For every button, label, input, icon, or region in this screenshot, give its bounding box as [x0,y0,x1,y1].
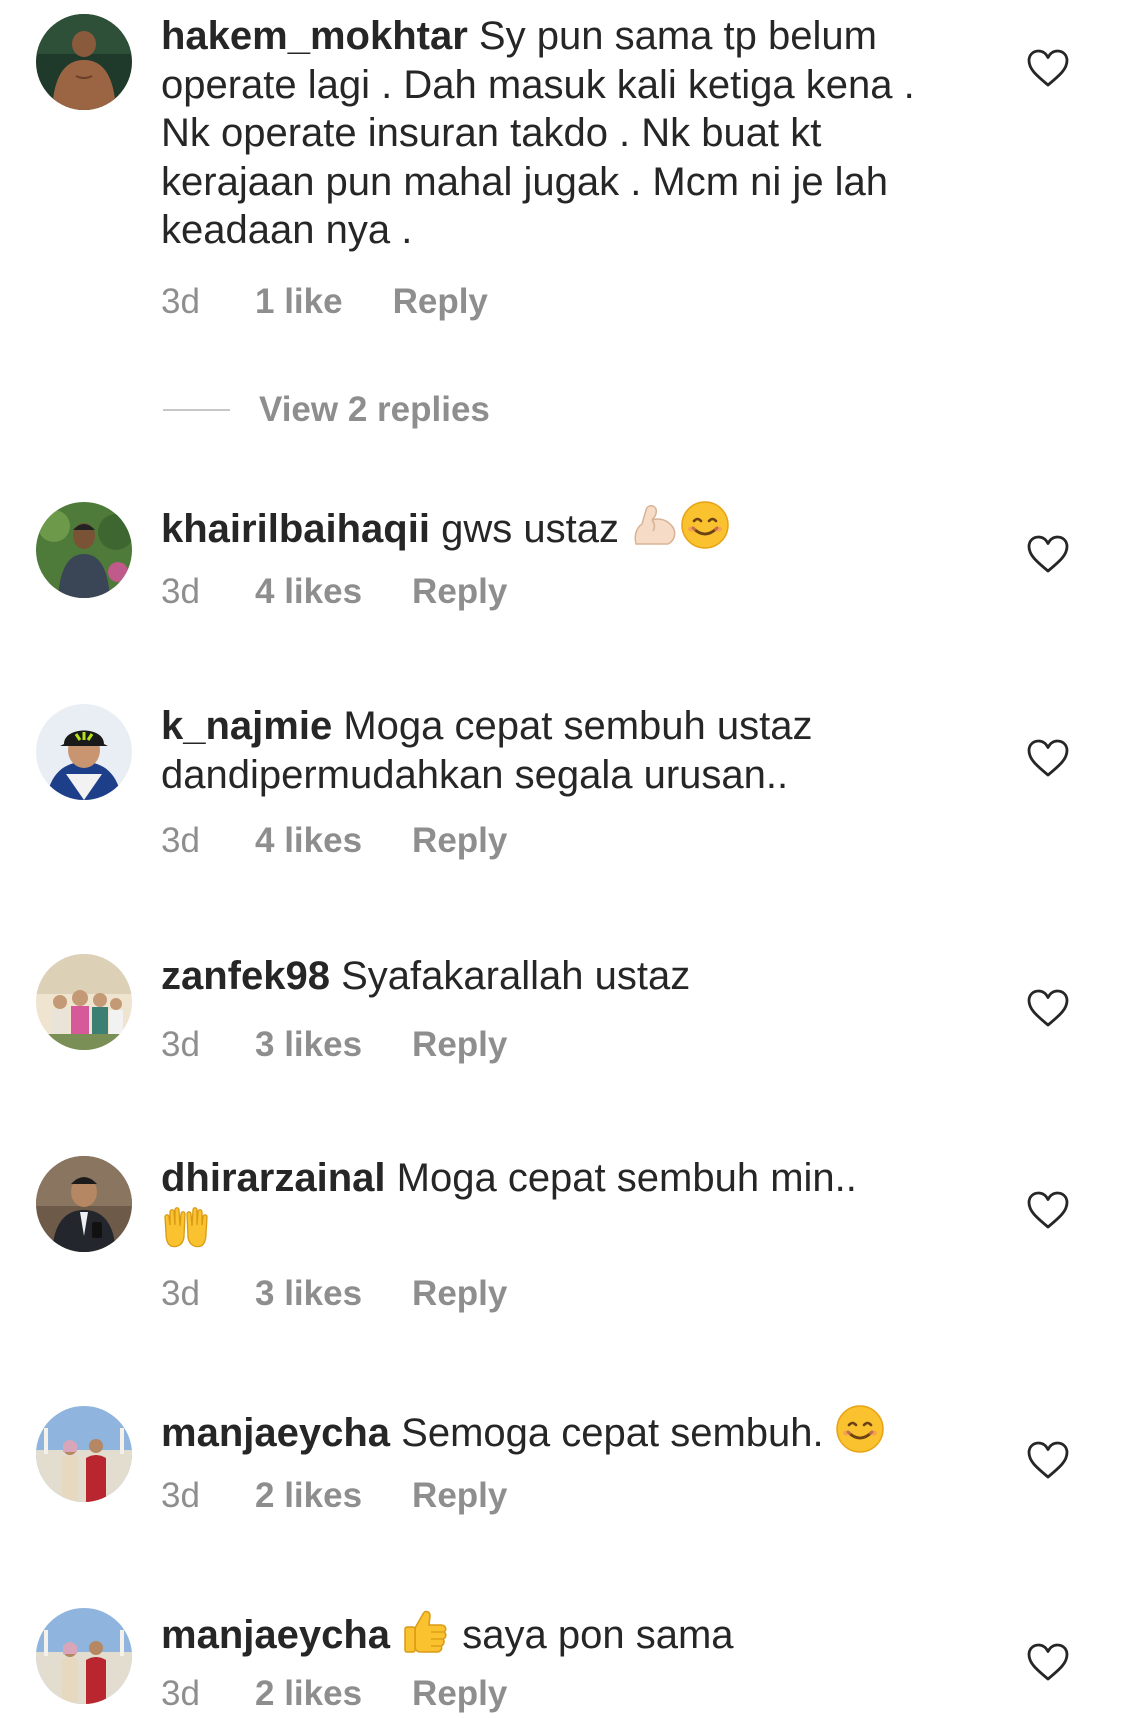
avatar[interactable] [36,502,132,598]
comment-meta: 3d 3 likes Reply [161,1025,961,1065]
view-replies-button[interactable]: View 2 replies [163,390,490,430]
username[interactable]: manjaeycha [161,1613,390,1657]
comment-content: Semoga cepat sembuh. [401,1411,824,1455]
comment-time: 3d [161,1274,200,1313]
comment-meta: 3d 4 likes Reply [161,821,961,861]
like-button[interactable] [1026,988,1070,1028]
comment-text: manjaeycha Semoga cepat sembuh. [161,1404,961,1458]
heart-icon [1026,1190,1070,1230]
like-button[interactable] [1026,48,1070,88]
heart-icon [1026,738,1070,778]
couple-mosque-avatar [36,1608,132,1704]
like-button[interactable] [1026,738,1070,778]
username[interactable]: khairilbaihaqii [161,507,430,551]
avatar[interactable] [36,1406,132,1502]
likes-count[interactable]: 2 likes [255,1476,362,1516]
likes-count[interactable]: 1 like [255,282,343,322]
comment-text: hakem_mokhtar Sy pun sama tp belum opera… [161,12,961,255]
flexed-biceps-icon [630,500,680,550]
comment-body: manjaeycha saya pon sama 3d 2 likes Reply [161,1606,961,1714]
comment-body: zanfek98 Syafakarallah ustaz 3d 3 likes Re… [161,952,961,1065]
heart-icon [1026,988,1070,1028]
reply-button[interactable]: Reply [412,821,507,861]
username[interactable]: dhirarzainal [161,1156,386,1200]
comment-time: 3d [161,571,200,611]
like-button[interactable] [1026,534,1070,574]
comment-time: 3d [161,1673,200,1713]
comment-meta: 3d 4 likes Reply [161,572,961,612]
comment-content: Syafakarallah ustaz [341,954,691,998]
comment-content: gws ustaz [441,507,619,551]
avatar[interactable] [36,954,132,1050]
avatar[interactable] [36,704,132,800]
comment-text: dhirarzainal Moga cepat sembuh min.. [161,1154,961,1256]
shirtless-man-avatar [36,14,132,110]
heart-icon [1026,534,1070,574]
reply-button[interactable]: Reply [412,1274,507,1314]
comment-content: Moga cepat sembuh min.. [396,1156,857,1200]
comment-meta: 3d 3 likes Reply [161,1274,961,1314]
likes-count[interactable]: 4 likes [255,572,362,612]
racer-cap-avatar [36,704,132,800]
comment-body: manjaeycha Semoga cepat sembuh. 3d 2 like… [161,1404,961,1516]
heart-icon [1026,1642,1070,1682]
comment-content: saya pon sama [462,1613,734,1657]
reply-button[interactable]: Reply [393,282,488,322]
comment-meta: 3d 2 likes Reply [161,1476,961,1516]
comment-text: k_najmie Moga cepat sembuh ustaz dandipe… [161,702,961,799]
thumbs-up-icon [401,1606,451,1656]
comment-meta: 3d 2 likes Reply [161,1674,961,1714]
reply-button[interactable]: Reply [412,1476,507,1516]
view-replies-label: View 2 replies [259,390,490,429]
comment-meta: 3d 1 like Reply [161,282,961,322]
username[interactable]: manjaeycha [161,1411,390,1455]
comment-body: dhirarzainal Moga cepat sembuh min.. 3d 3… [161,1154,961,1314]
man-outdoors-avatar [36,502,132,598]
comment-time: 3d [161,1475,200,1515]
avatar[interactable] [36,14,132,110]
username[interactable]: k_najmie [161,704,332,748]
like-button[interactable] [1026,1642,1070,1682]
username[interactable]: zanfek98 [161,954,330,998]
likes-count[interactable]: 3 likes [255,1025,362,1065]
comment-time: 3d [161,281,200,321]
couple-mosque-avatar [36,1406,132,1502]
heart-icon [1026,1440,1070,1480]
man-in-suit-avatar [36,1156,132,1252]
comment-body: khairilbaihaqii gws ustaz 3d 4 likes Reply [161,500,961,612]
raised-hands-icon [161,1203,211,1253]
likes-count[interactable]: 4 likes [255,821,362,861]
smiling-face-icon [835,1404,885,1454]
comment-body: k_najmie Moga cepat sembuh ustaz dandipe… [161,702,961,861]
like-button[interactable] [1026,1190,1070,1230]
reply-button[interactable]: Reply [412,572,507,612]
heart-icon [1026,48,1070,88]
likes-count[interactable]: 3 likes [255,1274,362,1314]
comment-time: 3d [161,1024,200,1064]
comments-list: hakem_mokhtar Sy pun sama tp belum opera… [0,0,1125,1718]
like-button[interactable] [1026,1440,1070,1480]
comment-text: khairilbaihaqii gws ustaz [161,500,961,554]
comment-text: zanfek98 Syafakarallah ustaz [161,952,961,1001]
reply-button[interactable]: Reply [412,1025,507,1065]
divider-line [163,409,230,411]
username[interactable]: hakem_mokhtar [161,14,468,58]
comment-body: hakem_mokhtar Sy pun sama tp belum opera… [161,12,961,322]
family-group-avatar [36,954,132,1050]
smiling-face-icon [680,500,730,550]
avatar[interactable] [36,1156,132,1252]
comment-text: manjaeycha saya pon sama [161,1606,961,1660]
avatar[interactable] [36,1608,132,1704]
comment-time: 3d [161,821,200,860]
likes-count[interactable]: 2 likes [255,1674,362,1714]
reply-button[interactable]: Reply [412,1674,507,1714]
